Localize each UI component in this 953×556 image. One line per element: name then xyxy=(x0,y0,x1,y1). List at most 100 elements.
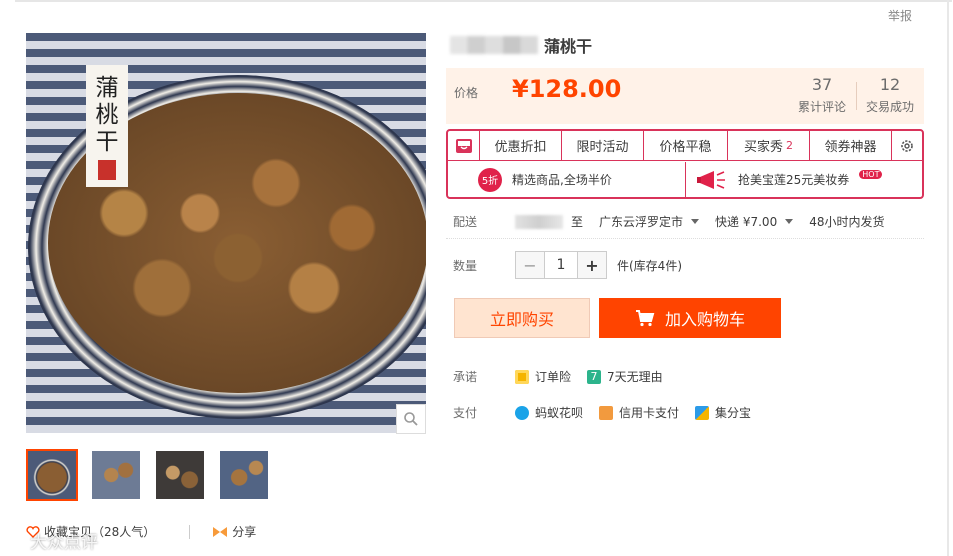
share-button[interactable]: 分享 xyxy=(212,523,256,540)
tab-label: 价格平稳 xyxy=(659,140,712,155)
seven-day-label: 7天无理由 xyxy=(607,370,663,384)
quantity-input[interactable]: 1 xyxy=(544,252,578,278)
payment-row: 支付 蚂蚁花呗 信用卡支付 集分宝 xyxy=(453,404,767,421)
seven-day-return[interactable]: 7 7天无理由 xyxy=(587,368,663,385)
shipping-method-text: 快递 ¥7.00 xyxy=(715,215,778,229)
price-value: ¥128.00 xyxy=(512,75,622,103)
blurred-origin xyxy=(515,214,563,229)
jifenbao-payment[interactable]: 集分宝 xyxy=(695,404,751,421)
caret-down-icon xyxy=(785,219,794,224)
watermark: 大众点评 xyxy=(8,528,98,553)
deals-stat: 12 交易成功 xyxy=(860,75,920,115)
product-page: 举报 蒲桃干 收藏宝贝（28人气） 分享 大众点评 蒲桃干 价格 ¥128.00… xyxy=(0,0,953,556)
order-insurance-label: 订单险 xyxy=(535,370,572,384)
promo-settings-button[interactable] xyxy=(892,131,922,160)
coupon-offer[interactable]: 抢美宝莲25元美妆券 HOT xyxy=(685,162,922,197)
jifenbao-label: 集分宝 xyxy=(715,406,752,420)
thumbnail-1[interactable] xyxy=(26,449,78,501)
share-label: 分享 xyxy=(232,525,257,539)
stat-divider xyxy=(856,82,857,110)
credit-card-label: 信用卡支付 xyxy=(619,406,680,420)
add-to-cart-label: 加入购物车 xyxy=(664,310,745,329)
buy-now-button[interactable]: 立即购买 xyxy=(454,298,590,338)
reviews-count: 37 xyxy=(811,75,833,94)
price-panel: 价格 ¥128.00 37 累计评论 12 交易成功 xyxy=(446,68,924,124)
share-icon xyxy=(213,526,228,537)
quantity-label: 数量 xyxy=(453,258,478,273)
stock-info: 件(库存4件) xyxy=(617,258,682,273)
coupon-offer-text: 抢美宝莲25元美妆券 xyxy=(738,173,850,187)
red-seal-stamp xyxy=(98,160,116,180)
huabei-payment[interactable]: 蚂蚁花呗 xyxy=(515,404,583,421)
shipping-row: 配送 至 广东云浮罗定市 快递 ¥7.00 48小时内发货 xyxy=(453,213,900,230)
blurred-shop-name xyxy=(450,36,538,54)
watermark-text: 大众点评 xyxy=(30,533,98,553)
shipping-to: 至 xyxy=(571,215,584,229)
price-label: 价格 xyxy=(454,86,479,100)
promo-bag-cell xyxy=(448,131,480,160)
label-card-text: 蒲桃干 xyxy=(95,75,119,155)
thumbnail-strip xyxy=(26,449,270,501)
quantity-row: 数量 − 1 + 件(库存4件) xyxy=(453,251,682,279)
order-insurance[interactable]: 订单险 xyxy=(515,368,571,385)
credit-card-payment[interactable]: 信用卡支付 xyxy=(599,404,679,421)
thumbnail-image xyxy=(156,451,204,499)
increment-button[interactable]: + xyxy=(578,252,606,278)
promise-row: 承诺 订单险 7 7天无理由 xyxy=(453,368,679,385)
product-title: 蒲桃干 xyxy=(450,33,592,57)
deals-label: 交易成功 xyxy=(865,100,914,114)
shipping-method-select[interactable]: 快递 ¥7.00 xyxy=(715,213,794,230)
promo-offers: 5折 精选商品,全场半价 抢美宝莲25元美妆券 HOT xyxy=(448,162,922,197)
insurance-icon xyxy=(515,369,529,384)
tab-coupon[interactable]: 领券神器 xyxy=(810,131,892,160)
credit-card-icon xyxy=(599,405,614,420)
watermark-logo-icon xyxy=(9,532,25,549)
social-divider xyxy=(189,524,191,539)
shopping-bag-icon xyxy=(455,138,472,153)
jifenbao-icon xyxy=(695,405,710,420)
megaphone-icon xyxy=(697,170,725,189)
thumbnail-3[interactable] xyxy=(154,449,206,501)
product-title-text: 蒲桃干 xyxy=(544,37,593,56)
shipping-label: 配送 xyxy=(453,215,478,229)
tab-label: 优惠折扣 xyxy=(494,140,547,155)
reviews-stat[interactable]: 37 累计评论 xyxy=(792,75,852,115)
tab-label: 限时活动 xyxy=(576,140,629,155)
destination-select[interactable]: 广东云浮罗定市 xyxy=(599,213,700,230)
tab-badge: 2 xyxy=(786,139,793,152)
promise-label: 承诺 xyxy=(453,370,478,384)
payment-label: 支付 xyxy=(453,406,478,420)
thumbnail-image xyxy=(92,451,140,499)
thumbnail-2[interactable] xyxy=(90,449,142,501)
product-label-card: 蒲桃干 xyxy=(86,65,128,187)
tab-limited-time[interactable]: 限时活动 xyxy=(562,131,644,160)
seven-day-icon: 7 xyxy=(587,369,602,384)
decrement-button[interactable]: − xyxy=(516,252,544,278)
hot-badge: HOT xyxy=(859,170,883,179)
dispatch-time: 48小时内发货 xyxy=(809,215,885,229)
report-link[interactable]: 举报 xyxy=(888,7,912,24)
half-price-offer[interactable]: 5折 精选商品,全场半价 xyxy=(448,162,685,197)
cart-icon xyxy=(635,310,655,327)
top-border xyxy=(15,0,952,2)
quantity-stepper: − 1 + xyxy=(515,251,607,279)
tab-price-stable[interactable]: 价格平稳 xyxy=(644,131,728,160)
tab-buyer-show[interactable]: 买家秀 2 xyxy=(728,131,810,160)
magnifier-icon xyxy=(404,412,418,426)
promo-panel: 优惠折扣 限时活动 价格平稳 买家秀 2 领券神器 5折 精选商品,全场半价 抢… xyxy=(446,129,924,199)
thumbnail-4[interactable] xyxy=(218,449,270,501)
discount-badge-icon: 5折 xyxy=(478,167,502,192)
huabei-icon xyxy=(515,405,529,420)
zoom-button[interactable] xyxy=(396,404,426,434)
add-to-cart-button[interactable]: 加入购物车 xyxy=(599,298,781,338)
main-product-image[interactable]: 蒲桃干 xyxy=(26,33,426,433)
thumbnail-image xyxy=(220,451,268,499)
deals-count: 12 xyxy=(879,75,901,94)
reviews-label: 累计评论 xyxy=(797,100,846,114)
huabei-label: 蚂蚁花呗 xyxy=(535,406,584,420)
tab-label: 买家秀 xyxy=(743,140,783,155)
thumbnail-image xyxy=(28,451,76,499)
tab-label: 领券神器 xyxy=(824,140,877,155)
caret-down-icon xyxy=(691,219,700,224)
tab-discount[interactable]: 优惠折扣 xyxy=(480,131,562,160)
